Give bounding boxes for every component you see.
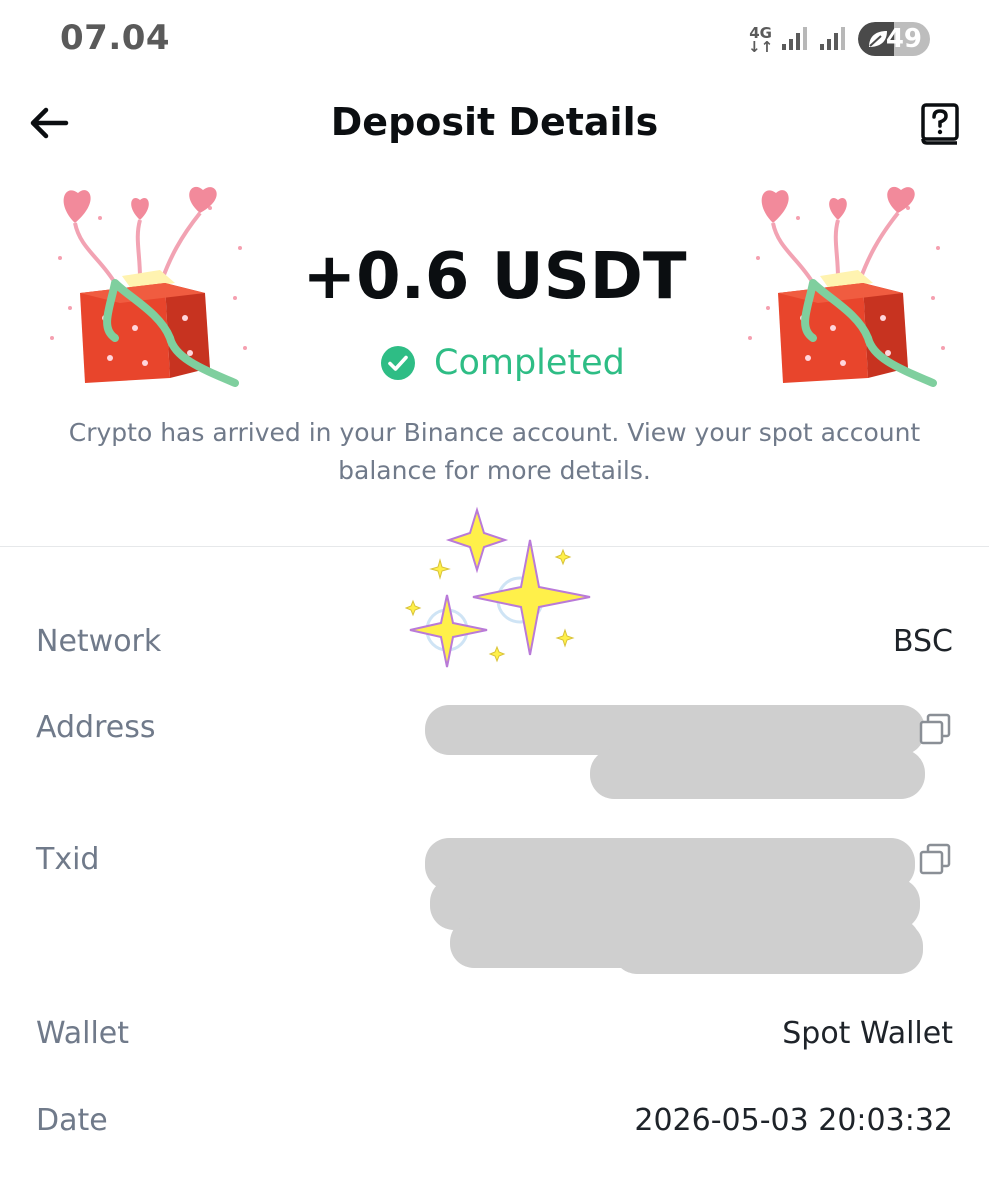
signal-icon	[782, 27, 807, 50]
network-label: Network	[36, 624, 162, 659]
copy-icon[interactable]	[918, 842, 952, 876]
check-circle-icon	[381, 346, 415, 380]
help-book-icon[interactable]	[920, 102, 960, 146]
deposit-status: Completed	[380, 340, 625, 386]
signal-icon	[820, 27, 845, 50]
battery-level: 49	[885, 24, 922, 54]
deposit-amount: +0.6 USDT	[302, 240, 687, 314]
txid-label: Txid	[36, 842, 100, 877]
date-value: 2026-05-03 20:03:32	[634, 1103, 953, 1138]
address-label: Address	[36, 710, 156, 745]
wallet-value: Spot Wallet	[782, 1016, 953, 1051]
sparkles-sticker	[405, 506, 591, 668]
status-label: Completed	[434, 343, 625, 383]
date-label: Date	[36, 1103, 108, 1138]
network-4g-icon: 4G ↓↑	[748, 26, 774, 56]
network-value: BSC	[892, 624, 953, 659]
page-title: Deposit Details	[330, 100, 659, 144]
copy-icon[interactable]	[918, 712, 952, 746]
status-time: 07.04	[60, 18, 171, 58]
wallet-label: Wallet	[36, 1016, 130, 1051]
data-arrows-icon: ↓↑	[748, 38, 774, 56]
battery-indicator: 49	[858, 22, 930, 56]
deposit-note: Crypto has arrived in your Binance accou…	[68, 418, 921, 485]
